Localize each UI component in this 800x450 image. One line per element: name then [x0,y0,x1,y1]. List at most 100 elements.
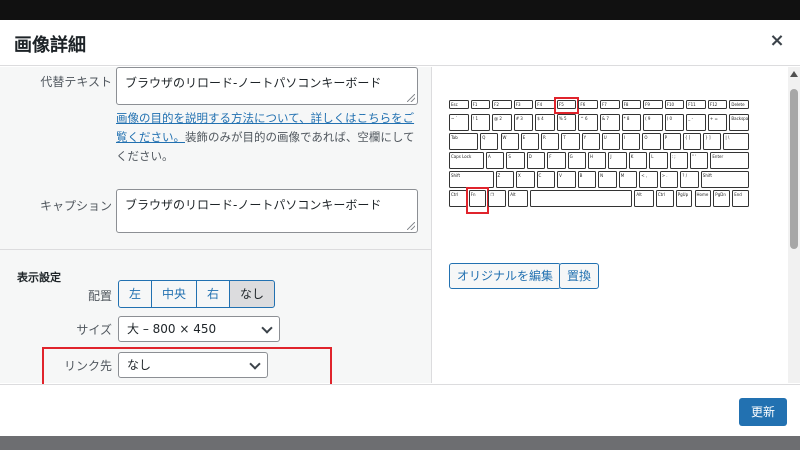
align-button-group: 左 中央 右 なし [118,280,276,308]
chevron-down-icon [261,322,273,334]
keyboard-key: : ; [669,152,688,169]
caption-label: キャプション [39,199,112,213]
settings-pane: 代替テキスト ブラウザのリロード-ノートパソコンキーボード 画像の目的を説明する… [0,67,432,383]
alt-text-input[interactable]: ブラウザのリロード-ノートパソコンキーボード [116,67,418,105]
keyboard-key: Ctrl [449,190,467,207]
keyboard-key: F6 [578,100,598,109]
keyboard-key: F3 [513,100,534,109]
alt-text-value: ブラウザのリロード-ノートパソコンキーボード [125,76,382,90]
keyboard-key: X [516,171,535,188]
keyboard-key: F10 [664,100,685,109]
keyboard-key: * 8 [621,114,642,131]
alt-text-label: 代替テキスト [40,75,112,89]
keyboard-key: PgDn [713,190,731,207]
keyboard-key: Caps Lock [449,152,484,169]
scrollbar-thumb[interactable] [790,89,798,249]
caption-value: ブラウザのリロード-ノートパソコンキーボード [125,198,382,212]
close-button[interactable]: × [766,30,788,52]
scroll-up-arrow-icon[interactable] [790,71,798,77]
keyboard-key: O [642,133,661,150]
size-label: サイズ [76,323,112,337]
keyboard-key: > . [659,171,679,188]
keyboard-key: I [622,133,641,150]
key-highlight-box [465,187,490,214]
modal-header: 画像詳細 × [0,20,800,66]
keyboard-key: P [662,133,681,150]
keyboard-key: Esc [449,100,469,109]
alt-text-help: 画像の目的を説明する方法について、詳しくはこちらをご覧ください。装飾のみが目的の… [116,109,416,166]
keyboard-key: % 5 [556,114,577,131]
align-label: 配置 [87,289,112,303]
keyboard-key: < , [639,171,658,188]
keyboard-key: ) 0 [664,114,685,131]
keyboard-key: ^ 6 [578,114,598,131]
keyboard-key: Enter [710,152,749,169]
keyboard-key: $ 4 [535,114,555,131]
keyboard-key: Y [581,133,600,150]
caption-input[interactable]: ブラウザのリロード-ノートパソコンキーボード [116,189,418,233]
align-left-button[interactable]: 左 [118,280,153,308]
modal-title: 画像詳細 [14,35,86,56]
keyboard-key: L [649,152,668,169]
keyboard-key: A [486,152,505,169]
align-none-button[interactable]: なし [229,280,276,308]
keyboard-key: Home [694,190,712,207]
keyboard-key [529,190,633,207]
keyboard-key: D [526,152,546,169]
keyboard-key: Backspace [729,114,749,131]
keyboard-key: F2 [492,100,512,109]
scrollbar[interactable] [788,67,800,383]
keyboard-key: } ] [703,133,722,150]
keyboard-key: W [500,133,519,150]
keyboard-key: M [618,171,638,188]
resize-handle-icon[interactable] [407,94,415,102]
keyboard-key: Alt [508,190,528,207]
keyboard-key: F11 [686,100,706,109]
align-center-button[interactable]: 中央 [151,280,198,308]
keyboard-key: | \ [723,133,749,150]
key-highlight-box [553,97,580,114]
keyboard-key: F7 [600,100,620,109]
top-bar [0,0,800,20]
keyboard-key: F12 [707,100,728,109]
keyboard-key: Tab [449,133,479,150]
image-details-modal: 画像詳細 × 代替テキスト ブラウザのリロード-ノートパソコンキーボード 画像の… [0,20,800,436]
keyboard-key: H [588,152,607,169]
keyboard-key: C [536,171,555,188]
keyboard-key: ❐ [488,190,507,207]
update-button[interactable]: 更新 [738,398,787,426]
keyboard-key: Z [495,171,514,188]
keyboard-key: R [541,133,560,150]
keyboard-key: S [506,152,525,169]
keyboard-key: Q [480,133,499,150]
keyboard-key: E [520,133,540,150]
keyboard-key: End [732,190,749,207]
keyboard-key: " ' [690,152,709,169]
size-value: 大 – 800 × 450 [127,322,217,336]
keyboard-image: Esc F1 F2 F3 F4 F5 F6 F7 F8 F9 F10 F11 F12 Delete ~ `!… [449,97,749,218]
keyboard-key: V [557,171,576,188]
keyboard-key: PgUp [675,190,693,207]
keyboard-key: F1 [470,100,491,109]
replace-button[interactable]: 置換 [559,263,600,289]
keyboard-key: + = [707,114,728,131]
keyboard-key: ? / [680,171,699,188]
modal-footer: 更新 [0,384,800,436]
keyboard-key: N [598,171,617,188]
keyboard-key: Alt [634,190,654,207]
section-divider [0,249,431,250]
keyboard-key: J [608,152,627,169]
keyboard-key: ~ ` [449,114,469,131]
keyboard-key: & 7 [600,114,620,131]
keyboard-key: Ctrl [655,190,674,207]
edit-original-button[interactable]: オリジナルを編集 [449,263,562,289]
keyboard-key: T [561,133,580,150]
keyboard-key: Delete [729,100,749,109]
keyboard-key: # 3 [513,114,534,131]
resize-handle-icon[interactable] [407,222,415,230]
keyboard-key: K [628,152,648,169]
align-right-button[interactable]: 右 [196,280,231,308]
keyboard-key: F4 [535,100,555,109]
size-select[interactable]: 大 – 800 × 450 [118,316,280,342]
keyboard-key: ( 9 [643,114,663,131]
